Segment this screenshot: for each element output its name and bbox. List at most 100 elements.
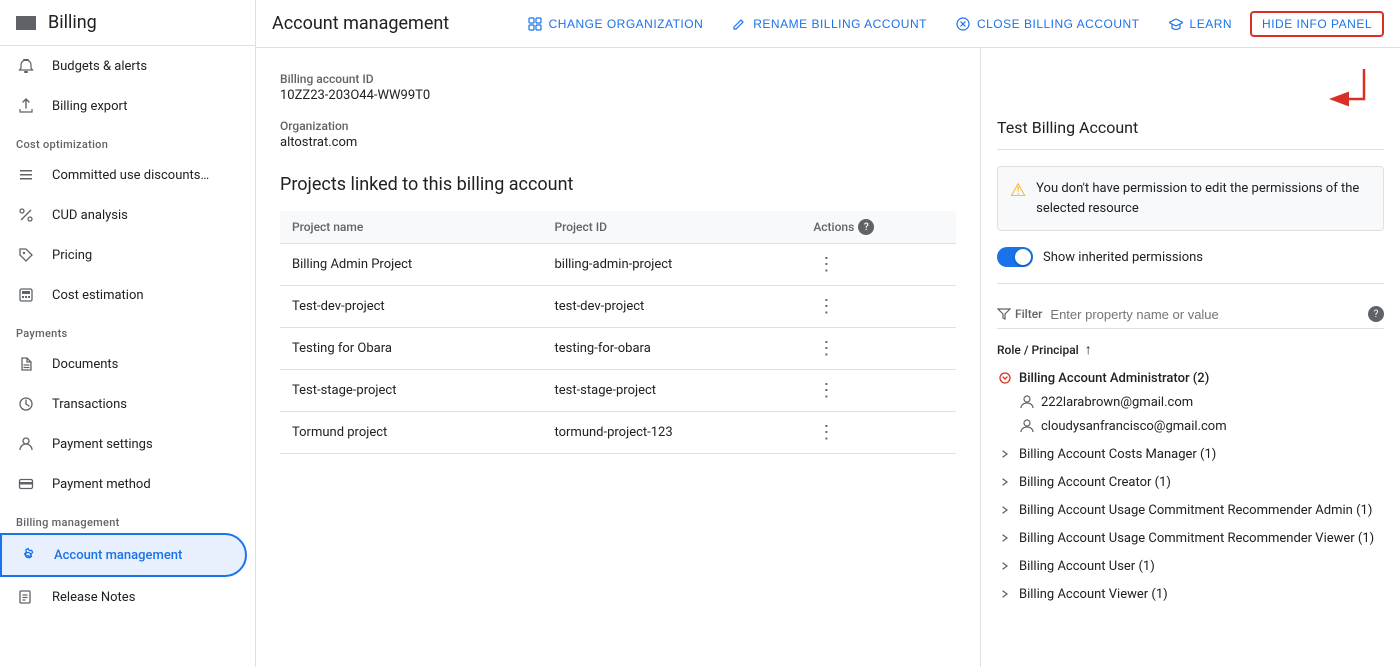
table-row: Billing Admin Project billing-admin-proj… [280, 244, 956, 286]
role-row[interactable]: Billing Account Costs Manager (1) [997, 442, 1384, 466]
collapse-icon [999, 476, 1011, 488]
filter-row: Filter ? [997, 300, 1384, 329]
role-name: Billing Account Viewer (1) [1019, 587, 1168, 602]
section-cost-optimization: Cost optimization [0, 126, 255, 155]
topbar-actions: CHANGE ORGANIZATION RENAME BILLING ACCOU… [517, 10, 1384, 38]
role-item: Billing Account Usage Commitment Recomme… [997, 498, 1384, 522]
project-name-cell: Testing for Obara [280, 328, 542, 370]
sidebar-item-cost-estimation-label: Cost estimation [52, 288, 144, 303]
role-row[interactable]: Billing Account Viewer (1) [997, 582, 1384, 606]
graduation-icon [1168, 16, 1184, 32]
sidebar: Billing Budgets & alerts Billing export … [0, 0, 256, 667]
filter-help-icon[interactable]: ? [1368, 306, 1384, 322]
projects-title: Projects linked to this billing account [280, 174, 956, 195]
x-circle-icon [955, 16, 971, 32]
sidebar-item-pricing[interactable]: Pricing [0, 235, 255, 275]
more-icon[interactable]: ⋮ [813, 250, 839, 279]
role-row[interactable]: Billing Account Usage Commitment Recomme… [997, 526, 1384, 550]
sort-icon[interactable]: ↑ [1085, 341, 1092, 358]
actions-help-icon[interactable]: ? [858, 219, 874, 235]
clock-icon [16, 394, 36, 414]
toggle-thumb [1015, 249, 1031, 265]
more-icon[interactable]: ⋮ [813, 418, 839, 447]
sidebar-item-payment-method[interactable]: Payment method [0, 464, 255, 504]
sidebar-item-cost-estimation[interactable]: Cost estimation [0, 275, 255, 315]
project-name-cell: Test-stage-project [280, 370, 542, 412]
project-id-header: Project ID [542, 211, 801, 244]
more-icon[interactable]: ⋮ [813, 292, 839, 321]
role-expand-icon [997, 586, 1013, 602]
project-name-cell: Test-dev-project [280, 286, 542, 328]
role-expand-icon [997, 446, 1013, 462]
member-email: 222larabrown@gmail.com [1041, 395, 1193, 410]
list-icon [16, 165, 36, 185]
table-row: Test-stage-project test-stage-project ⋮ [280, 370, 956, 412]
warning-box: ⚠ You don't have permission to edit the … [997, 166, 1384, 231]
tag-icon [16, 245, 36, 265]
collapse-icon [999, 532, 1011, 544]
section-payments: Payments [0, 315, 255, 344]
sidebar-item-payment-settings-label: Payment settings [52, 437, 153, 452]
org-icon [527, 16, 543, 32]
close-billing-account-button[interactable]: CLOSE BILLING ACCOUNT [945, 10, 1150, 38]
project-actions-cell: ⋮ [801, 244, 956, 286]
toggle-row: Show inherited permissions [997, 247, 1384, 284]
doc-icon [16, 354, 36, 374]
project-id-cell: billing-admin-project [542, 244, 801, 286]
role-row[interactable]: Billing Account User (1) [997, 554, 1384, 578]
topbar: Account management CHANGE ORGANIZATION R… [256, 0, 1400, 48]
page-title: Account management [272, 13, 449, 34]
role-row[interactable]: Billing Account Creator (1) [997, 470, 1384, 494]
filter-icon: Filter [997, 307, 1042, 321]
collapse-icon [999, 560, 1011, 572]
change-organization-button[interactable]: CHANGE ORGANIZATION [517, 10, 714, 38]
project-id-cell: test-stage-project [542, 370, 801, 412]
project-name-cell: Tormund project [280, 412, 542, 454]
role-item: Billing Account Usage Commitment Recomme… [997, 526, 1384, 550]
sidebar-item-cud-analysis-label: CUD analysis [52, 208, 128, 223]
member-row: cloudysanfrancisco@gmail.com [997, 414, 1384, 438]
billing-account-id-row: Billing account ID 10ZZ23-203O44-WW99T0 [280, 72, 956, 103]
table-row: Testing for Obara testing-for-obara ⋮ [280, 328, 956, 370]
sidebar-item-committed-use[interactable]: Committed use discounts… [0, 155, 255, 195]
sidebar-item-transactions[interactable]: Transactions [0, 384, 255, 424]
inherited-permissions-toggle[interactable] [997, 247, 1033, 267]
role-header: Role / Principal ↑ [997, 341, 1384, 358]
gear-icon [18, 545, 38, 565]
billing-info: Billing account ID 10ZZ23-203O44-WW99T0 … [280, 72, 956, 150]
collapse-icon [999, 504, 1011, 516]
billing-account-id-label: Billing account ID [280, 72, 956, 86]
sidebar-item-payment-settings[interactable]: Payment settings [0, 424, 255, 464]
rename-billing-account-button[interactable]: RENAME BILLING ACCOUNT [721, 10, 937, 38]
role-expand-icon [997, 370, 1013, 386]
sidebar-item-documents[interactable]: Documents [0, 344, 255, 384]
sidebar-item-billing-export[interactable]: Billing export [0, 86, 255, 126]
roles-container: Billing Account Administrator (2) 222lar… [997, 366, 1384, 610]
more-icon[interactable]: ⋮ [813, 334, 839, 363]
member-email: cloudysanfrancisco@gmail.com [1041, 419, 1227, 434]
close-billing-account-label: CLOSE BILLING ACCOUNT [977, 17, 1140, 31]
sidebar-item-cud-analysis[interactable]: CUD analysis [0, 195, 255, 235]
person-icon [16, 434, 36, 454]
sidebar-item-release-notes-label: Release Notes [52, 590, 135, 605]
sidebar-item-account-management[interactable]: Account management [0, 533, 247, 577]
hide-info-panel-button[interactable]: HIDE INFO PANEL [1250, 11, 1384, 37]
filter-input[interactable] [1050, 307, 1360, 322]
project-id-cell: tormund-project-123 [542, 412, 801, 454]
sidebar-item-budgets-alerts[interactable]: Budgets & alerts [0, 46, 255, 86]
section-billing-management: Billing management [0, 504, 255, 533]
percent-icon [16, 205, 36, 225]
project-id-cell: test-dev-project [542, 286, 801, 328]
sidebar-item-release-notes[interactable]: Release Notes [0, 577, 255, 617]
more-icon[interactable]: ⋮ [813, 376, 839, 405]
pencil-icon [731, 16, 747, 32]
role-name: Billing Account Administrator (2) [1019, 371, 1209, 386]
projects-table: Project name Project ID Actions ? Billin… [280, 211, 956, 454]
learn-button[interactable]: LEARN [1158, 10, 1243, 38]
role-row[interactable]: Billing Account Administrator (2) [997, 366, 1384, 390]
sidebar-item-pricing-label: Pricing [52, 248, 92, 263]
actions-header-label: Actions [813, 220, 854, 234]
sidebar-item-committed-use-label: Committed use discounts… [52, 168, 209, 183]
role-row[interactable]: Billing Account Usage Commitment Recomme… [997, 498, 1384, 522]
person-small-icon [1019, 394, 1035, 410]
